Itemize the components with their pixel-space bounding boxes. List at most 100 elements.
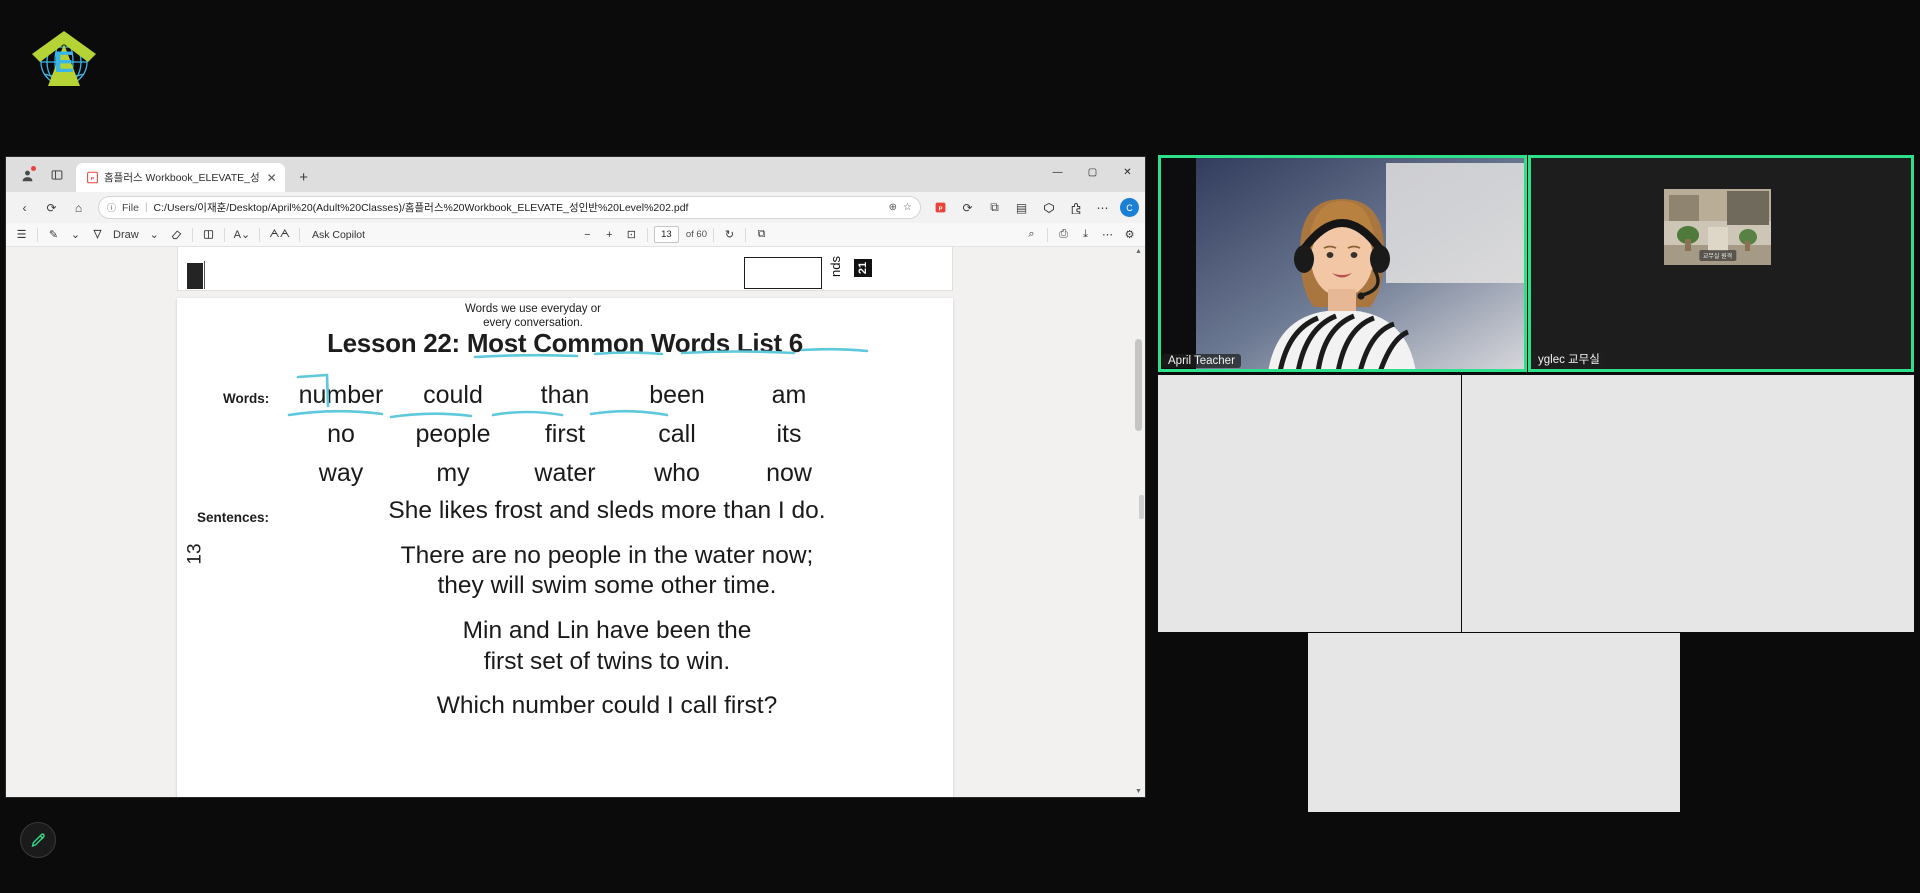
previous-page-sliver: nds 21 [177, 247, 953, 291]
highlighter-icon[interactable]: ✎ [44, 225, 63, 244]
split-screen-icon[interactable]: ⧉ [982, 195, 1007, 220]
pdf-page-13: Words we use everyday or every conversat… [177, 298, 953, 797]
prev-page-badge: 21 [854, 259, 872, 277]
handwritten-note: Words we use everyday or every conversat… [465, 302, 601, 331]
table-of-contents-icon[interactable]: ☰ [12, 225, 31, 244]
elevate-logo: E [28, 22, 100, 94]
word-cell: been [649, 381, 705, 409]
pdf-icon: P [85, 171, 99, 185]
eraser-icon[interactable] [167, 225, 186, 244]
minimize-button[interactable]: — [1040, 157, 1075, 187]
sentence-line: they will swim some other time. [437, 572, 777, 600]
word-row: no people first call its [285, 415, 845, 454]
highlighter-dropdown-icon[interactable]: ⌄ [66, 225, 85, 244]
word-cell: could [423, 381, 483, 409]
pdf-settings-icon[interactable]: ⚙ [1120, 225, 1139, 244]
toolbar-divider [713, 227, 714, 242]
save-icon[interactable]: ⤓ [1076, 225, 1095, 244]
copilot-avatar[interactable]: C [1120, 198, 1139, 217]
toolbar-divider [1047, 227, 1048, 242]
extensions-icon[interactable] [1063, 195, 1088, 220]
refresh-icon[interactable]: ⟳ [39, 195, 64, 220]
word-cell: no [327, 420, 355, 448]
page-number-input[interactable]: 13 [653, 226, 679, 243]
ask-copilot-button[interactable]: Ask Copilot [306, 229, 371, 241]
scroll-up-arrow[interactable]: ▲ [1134, 247, 1143, 257]
word-cell: now [766, 459, 812, 487]
zoom-out-button[interactable]: − [578, 225, 597, 244]
sentence-line: She likes frost and sleds more than I do… [388, 497, 826, 524]
favorite-icon[interactable]: ☆ [903, 202, 912, 213]
browser-tab[interactable]: P 홈플러스 Workbook_ELEVATE_성 ✕ [76, 163, 285, 192]
draw-dropdown-icon[interactable]: ⌄ [145, 225, 164, 244]
browser-window: P 홈플러스 Workbook_ELEVATE_성 ✕ + — ▢ ✕ ‹ ⟳ … [6, 157, 1145, 797]
prev-page-black-box [187, 263, 203, 289]
toolbar-divider [259, 227, 261, 242]
search-icon[interactable]: ⌕ [1022, 225, 1041, 244]
window-resize-handle[interactable] [1139, 495, 1144, 519]
word-cell: way [318, 459, 364, 487]
shared-room-thumbnail: 교무실 원격 [1664, 189, 1771, 265]
video-tile-empty-3[interactable] [1308, 633, 1680, 812]
prev-page-caret [204, 261, 205, 289]
annotation-toggle-button[interactable] [20, 822, 56, 858]
scrollbar-thumb[interactable] [1135, 339, 1142, 431]
pdf-more-icon[interactable]: ⋯ [1098, 225, 1117, 244]
prev-page-side-text: nds [828, 256, 844, 277]
sentence-3: Min and Lin have been the first set of t… [297, 616, 917, 677]
pdf-viewer[interactable]: nds 21 Words we use everyday or every co… [6, 247, 1145, 797]
collections-icon[interactable]: ▤ [1009, 195, 1034, 220]
window-close-button[interactable]: ✕ [1110, 157, 1145, 187]
maximize-button[interactable]: ▢ [1075, 157, 1110, 187]
video-tile-empty-2[interactable] [1462, 375, 1914, 632]
layout-icon[interactable]: ⧉ [752, 225, 771, 244]
sentences-label: Sentences: [197, 510, 270, 525]
scroll-down-arrow[interactable]: ▼ [1134, 787, 1143, 797]
text-select-icon[interactable]: ᗅᗅ [266, 225, 293, 244]
svg-text:P: P [939, 206, 943, 212]
back-icon[interactable]: ‹ [12, 195, 37, 220]
participant-name-badge: April Teacher [1162, 354, 1241, 368]
word-cell: call [658, 420, 696, 448]
print-icon[interactable]: ⎙ [1054, 225, 1073, 244]
home-icon[interactable]: ⌂ [66, 195, 91, 220]
toolbar-divider [646, 227, 648, 242]
pdf-badge-icon[interactable]: P [928, 195, 953, 220]
word-cell: am [771, 381, 807, 409]
browser-essentials-icon[interactable] [1036, 195, 1061, 220]
video-tile-empty-1[interactable] [1158, 375, 1461, 632]
address-bar[interactable]: ⓘ File | C:/Users/이재훈/Desktop/April%20(A… [98, 196, 921, 219]
zoom-icon[interactable]: ⊕ [889, 202, 897, 213]
rotate-icon[interactable]: ↻ [720, 225, 739, 244]
url-scheme: File [122, 201, 139, 214]
sentence-line: first set of twins to win. [483, 647, 731, 675]
url-separator: | [144, 202, 148, 213]
profile-avatar-icon[interactable] [14, 162, 40, 188]
more-options-icon[interactable]: ⋯ [1090, 195, 1115, 220]
history-icon[interactable]: ⟳ [955, 195, 980, 220]
close-icon[interactable]: ✕ [265, 171, 279, 185]
draw-pen-icon[interactable] [88, 225, 107, 244]
page-title: Lesson 22: Most Common Words List 6 [327, 328, 803, 358]
word-cell: its [776, 420, 802, 448]
fit-page-icon[interactable]: ⊡ [622, 225, 641, 244]
vertical-scrollbar[interactable]: ▲ ▼ [1134, 247, 1143, 797]
draw-button[interactable]: Draw [110, 225, 142, 244]
sentence-2: There are no people in the water now; th… [297, 541, 917, 602]
video-tile-april-teacher[interactable]: April Teacher [1158, 155, 1527, 372]
tab-search-icon[interactable] [44, 162, 70, 188]
toolbar-divider [37, 227, 38, 242]
zoom-in-button[interactable]: + [600, 225, 619, 244]
tab-strip: P 홈플러스 Workbook_ELEVATE_성 ✕ + — ▢ ✕ [6, 157, 1145, 192]
sentence-line: There are no people in the water now; [400, 541, 814, 569]
page-number-label: 13 [184, 543, 206, 565]
sentences-block: She likes frost and sleds more than I do… [297, 496, 917, 736]
new-tab-button[interactable]: + [292, 165, 316, 189]
word-cell: than [540, 381, 590, 409]
toolbar-divider [191, 227, 193, 242]
word-cell: who [654, 459, 700, 487]
page-view-icon[interactable] [199, 225, 218, 244]
read-aloud-icon[interactable]: A⌄ [231, 225, 254, 244]
video-tile-yglec[interactable]: 교무실 원격 yglec 교무실 [1528, 155, 1914, 372]
url-text: C:/Users/이재훈/Desktop/April%20(Adult%20Cl… [153, 202, 689, 214]
